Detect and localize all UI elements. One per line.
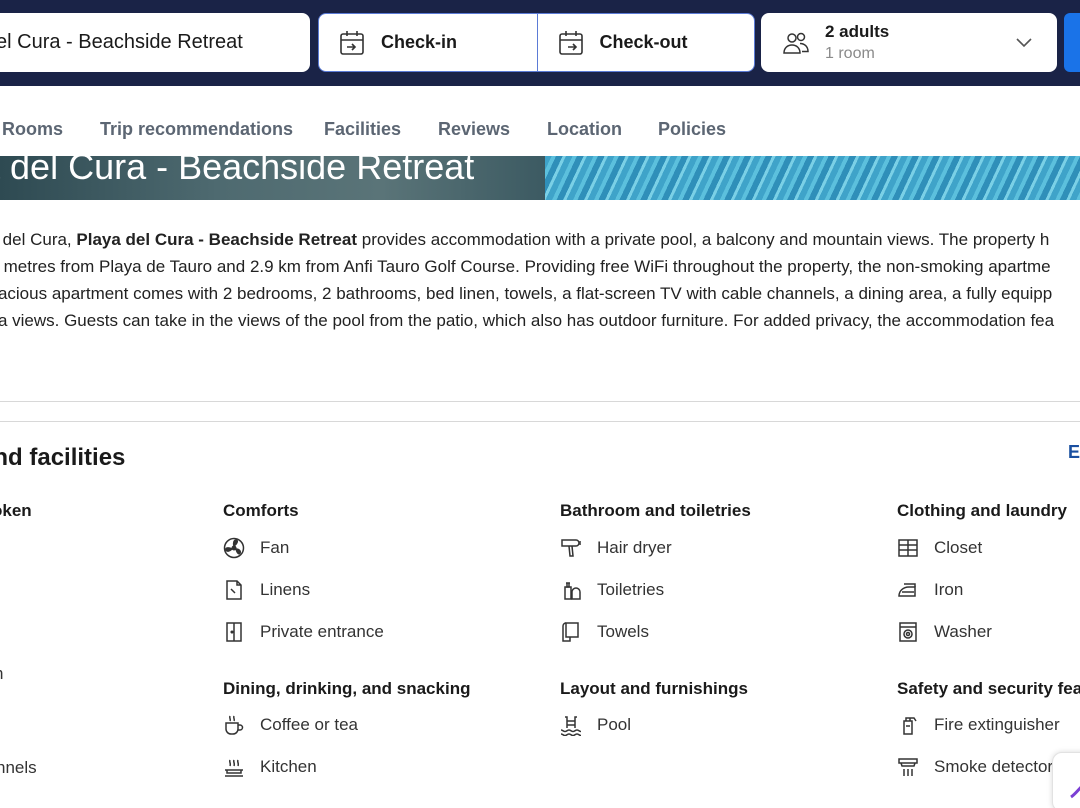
toiletries-icon [564,582,581,600]
category-heading: oken [0,501,32,520]
chevron-down-icon [1016,38,1032,48]
door-icon [226,622,242,642]
category-bathroom: Bathroom and toiletries [560,501,751,520]
desc-text: ya del Cura, [0,230,72,249]
date-picker[interactable]: Check-in Check-out [318,13,755,72]
facility-item: Closet [897,537,982,559]
category-layout: Layout and furnishings [560,679,748,698]
feedback-icon [1070,786,1080,799]
facility-label: Fire extinguisher [934,715,1060,734]
facility-label: Hair dryer [597,538,672,557]
search-bar: el Cura - Beachside Retreat Check-in Che… [0,0,1080,86]
search-button[interactable] [1064,13,1080,72]
facility-fragment: n [0,664,3,684]
tab-policies[interactable]: Policies [658,119,726,140]
guests-selector[interactable]: 2 adults 1 room [761,13,1057,72]
fire-extinguisher-icon [903,717,917,735]
desc-property-name: Playa del Cura - Beachside Retreat [76,230,358,249]
smoke-detector-icon [898,758,918,776]
facility-label: Fan [260,538,290,557]
facility-item: Washer [897,621,992,643]
facility-item: Fire extinguisher [897,714,1060,736]
hair-dryer-icon [561,539,581,557]
divider [0,421,1080,422]
checkout-label: Check-out [599,32,688,52]
guests-sub: 1 room [825,44,875,62]
checkin-field[interactable]: Check-in [319,14,537,71]
checkin-label: Check-in [381,32,458,52]
people-icon [783,32,809,54]
coffee-cup-icon [225,715,244,735]
facilities-expand-link[interactable]: E [1068,442,1080,463]
facility-label: Washer [934,622,992,641]
destination-input[interactable]: el Cura - Beachside Retreat [0,13,310,72]
tab-trip-recommendations[interactable]: Trip recommendations [100,119,293,140]
kitchen-icon [225,759,243,777]
calendar-in-icon [340,30,364,55]
guests-main: 2 adults [825,21,890,41]
facility-label: Towels [597,622,649,641]
facility-fragment: : [0,718,1,738]
facility-item: Private entrance [223,621,384,643]
facility-item: Hair dryer [560,537,672,559]
category-safety: Safety and security fea [897,679,1080,698]
facility-item: Coffee or tea [223,714,358,736]
linens-icon [226,580,242,600]
facility-item: Toiletries [560,579,664,601]
facility-label: Iron [934,580,964,599]
facility-item: Pool [560,714,631,736]
hero-title: a del Cura - Beachside Retreat [0,156,475,187]
desc-line: spacious apartment comes with 2 bedrooms… [0,284,1053,303]
facility-label: Toiletries [597,580,665,599]
destination-value: el Cura - Beachside Retreat [0,31,243,53]
tab-facilities[interactable]: Facilities [324,119,401,140]
fan-icon [223,537,245,559]
facility-label: Linens [260,580,311,599]
desc-line: 00 metres from Playa de Tauro and 2.9 km… [0,257,1051,276]
washer-icon [899,622,917,642]
category-comforts: Comforts [223,501,299,520]
desc-text: provides accommodation with a private po… [357,230,1050,249]
facility-item: Iron [897,579,963,601]
facility-item: Kitchen [223,756,317,778]
hero-photo-pool [545,156,1080,200]
facility-item: Towels [560,621,649,643]
facility-fragment: nnels [0,758,37,777]
towel-icon [562,622,579,642]
facility-item: Linens [223,579,310,601]
property-description: ya del Cura, Playa del Cura - Beachside … [0,226,1080,334]
feedback-button[interactable] [1052,752,1080,808]
facility-label: Pool [597,715,632,734]
property-tabs: Rooms Trip recommendations Facilities Re… [0,86,1080,156]
facility-label: Coffee or tea [260,715,358,734]
facility-label: Private entrance [260,622,384,641]
iron-icon [898,583,916,597]
category-dining: Dining, drinking, and snacking [223,679,471,698]
facilities-title: s and facilities [0,444,126,471]
tab-location[interactable]: Location [547,119,622,140]
facility-label: Closet [934,538,983,557]
divider [0,401,1080,402]
facility-label: Smoke detector [934,757,1054,776]
facility-item: Smoke detector [897,756,1053,778]
calendar-out-icon [558,30,583,55]
facility-label: Kitchen [260,757,317,776]
closet-icon [898,539,918,557]
tab-rooms[interactable]: Rooms [2,119,63,140]
desc-line: sea views. Guests can take in the views … [0,311,1055,330]
pool-icon [560,716,582,736]
tab-reviews[interactable]: Reviews [438,119,510,140]
facility-item: Fan [223,537,289,559]
hero-image: a del Cura - Beachside Retreat [0,156,1080,200]
category-clothing: Clothing and laundry [897,501,1067,520]
checkout-field[interactable]: Check-out [536,14,755,71]
